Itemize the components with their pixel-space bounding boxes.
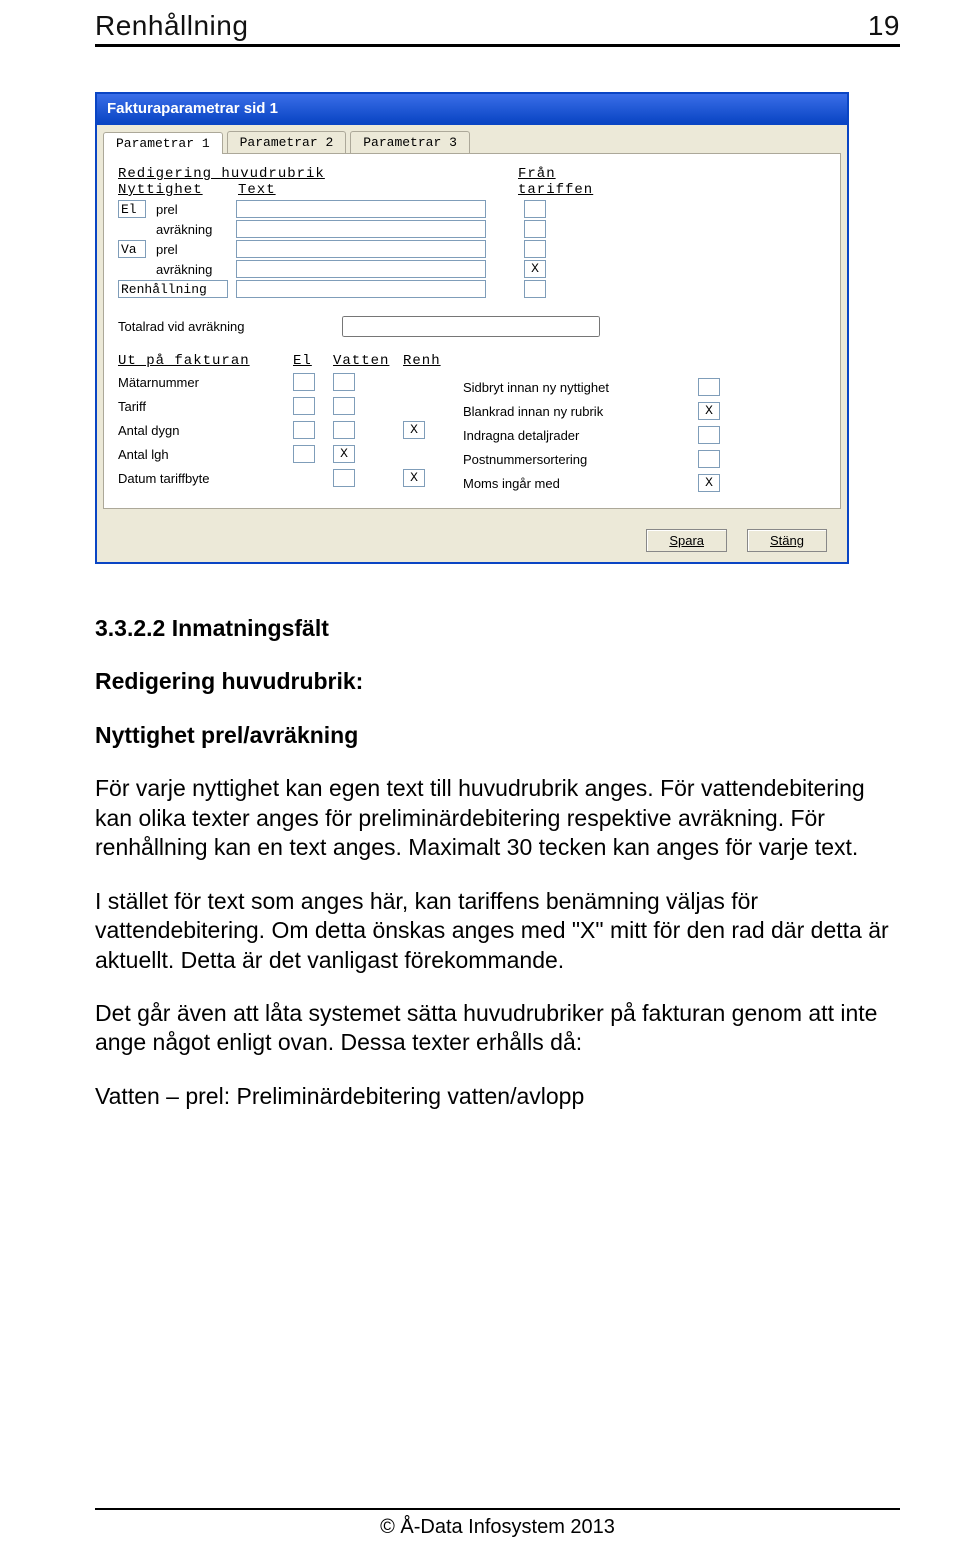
tariff-vatten[interactable]	[333, 397, 355, 415]
totalrad-input[interactable]	[342, 316, 600, 337]
close-button[interactable]: Stäng	[747, 529, 827, 552]
row-antal-lgh: Antal lgh	[118, 447, 293, 462]
footer: © Å-Data Infosystem 2013	[95, 1508, 900, 1539]
label-va-avr: avräkning	[156, 262, 236, 277]
col-renh: Renh	[403, 353, 453, 369]
postnummer-check[interactable]	[698, 450, 720, 468]
row-indragna: Indragna detaljrader	[463, 428, 698, 443]
col-el: El	[293, 353, 333, 369]
datum-tariffbyte-renh[interactable]: X	[403, 469, 425, 487]
window-titlebar: Fakturaparametrar sid 1	[97, 94, 847, 125]
col-utpa: Ut på fakturan	[118, 353, 293, 369]
antal-dygn-el[interactable]	[293, 421, 315, 439]
tab-parametrar-2[interactable]: Parametrar 2	[227, 131, 347, 153]
matarnummer-el[interactable]	[293, 373, 315, 391]
subheading-nyttighet: Nyttighet prel/avräkning	[95, 721, 900, 750]
text-el-avr-input[interactable]	[236, 220, 486, 238]
section-title: Redigering huvudrubrik	[118, 166, 518, 182]
window-title: Fakturaparametrar sid 1	[107, 100, 278, 117]
fran-va-avr-check[interactable]: X	[524, 260, 546, 278]
indragna-check[interactable]	[698, 426, 720, 444]
row-datum-tariffbyte: Datum tariffbyte	[118, 471, 293, 486]
nyttighet-renh-input[interactable]	[118, 280, 228, 298]
col-nyttighet: Nyttighet	[118, 182, 238, 198]
paragraph-4: Vatten – prel: Preliminärdebitering vatt…	[95, 1082, 900, 1111]
text-va-avr-input[interactable]	[236, 260, 486, 278]
text-va-prel-input[interactable]	[236, 240, 486, 258]
fran-renh-check[interactable]	[524, 280, 546, 298]
copyright: © Å-Data Infosystem 2013	[380, 1516, 615, 1538]
row-tariff: Tariff	[118, 399, 293, 414]
dialog-window: Fakturaparametrar sid 1 Parametrar 1 Par…	[95, 92, 849, 564]
label-va-prel: prel	[156, 242, 236, 257]
top-rule	[95, 44, 900, 47]
fran-el-avr-check[interactable]	[524, 220, 546, 238]
col-vatten: Vatten	[333, 353, 403, 369]
text-el-prel-input[interactable]	[236, 200, 486, 218]
datum-tariffbyte-vatten[interactable]	[333, 469, 355, 487]
moms-check[interactable]: X	[698, 474, 720, 492]
row-blankrad: Blankrad innan ny rubrik	[463, 404, 698, 419]
antal-dygn-renh[interactable]: X	[403, 421, 425, 439]
sidbryt-check[interactable]	[698, 378, 720, 396]
row-matarnummer: Mätarnummer	[118, 375, 293, 390]
page-title: Renhållning	[95, 10, 248, 42]
tariff-el[interactable]	[293, 397, 315, 415]
tab-parametrar-3[interactable]: Parametrar 3	[350, 131, 470, 153]
row-antal-dygn: Antal dygn	[118, 423, 293, 438]
label-el-avr: avräkning	[156, 222, 236, 237]
col-fran-heading: Från	[518, 166, 556, 182]
paragraph-1: För varje nyttighet kan egen text till h…	[95, 774, 900, 862]
fran-va-prel-check[interactable]	[524, 240, 546, 258]
col-tariffen: tariffen	[518, 182, 618, 198]
tab-parametrar-1[interactable]: Parametrar 1	[103, 132, 223, 154]
tab-strip: Parametrar 1 Parametrar 2 Parametrar 3	[97, 125, 847, 153]
footer-rule	[95, 1508, 900, 1510]
paragraph-2: I stället för text som anges här, kan ta…	[95, 887, 900, 975]
row-sidbryt: Sidbryt innan ny nyttighet	[463, 380, 698, 395]
document-body: 3.3.2.2 Inmatningsfält Redigering huvudr…	[95, 614, 900, 1111]
antal-lgh-el[interactable]	[293, 445, 315, 463]
blankrad-check[interactable]: X	[698, 402, 720, 420]
antal-dygn-vatten[interactable]	[333, 421, 355, 439]
antal-lgh-vatten[interactable]: X	[333, 445, 355, 463]
page-number: 19	[868, 10, 900, 42]
fran-el-prel-check[interactable]	[524, 200, 546, 218]
label-el-prel: prel	[156, 202, 236, 217]
nyttighet-el-input[interactable]	[118, 200, 146, 218]
nyttighet-va-input[interactable]	[118, 240, 146, 258]
col-text: Text	[238, 182, 518, 198]
text-renh-input[interactable]	[236, 280, 486, 298]
section-number: 3.3.2.2 Inmatningsfält	[95, 614, 900, 643]
paragraph-3: Det går även att låta systemet sätta huv…	[95, 999, 900, 1058]
totalrad-label: Totalrad vid avräkning	[118, 319, 342, 334]
save-button[interactable]: Spara	[646, 529, 727, 552]
row-postnummer: Postnummersortering	[463, 452, 698, 467]
matarnummer-vatten[interactable]	[333, 373, 355, 391]
tab-panel: Redigering huvudrubrik Från Nyttighet Te…	[103, 153, 841, 509]
row-moms: Moms ingår med	[463, 476, 698, 491]
subheading-redigering: Redigering huvudrubrik:	[95, 667, 900, 696]
